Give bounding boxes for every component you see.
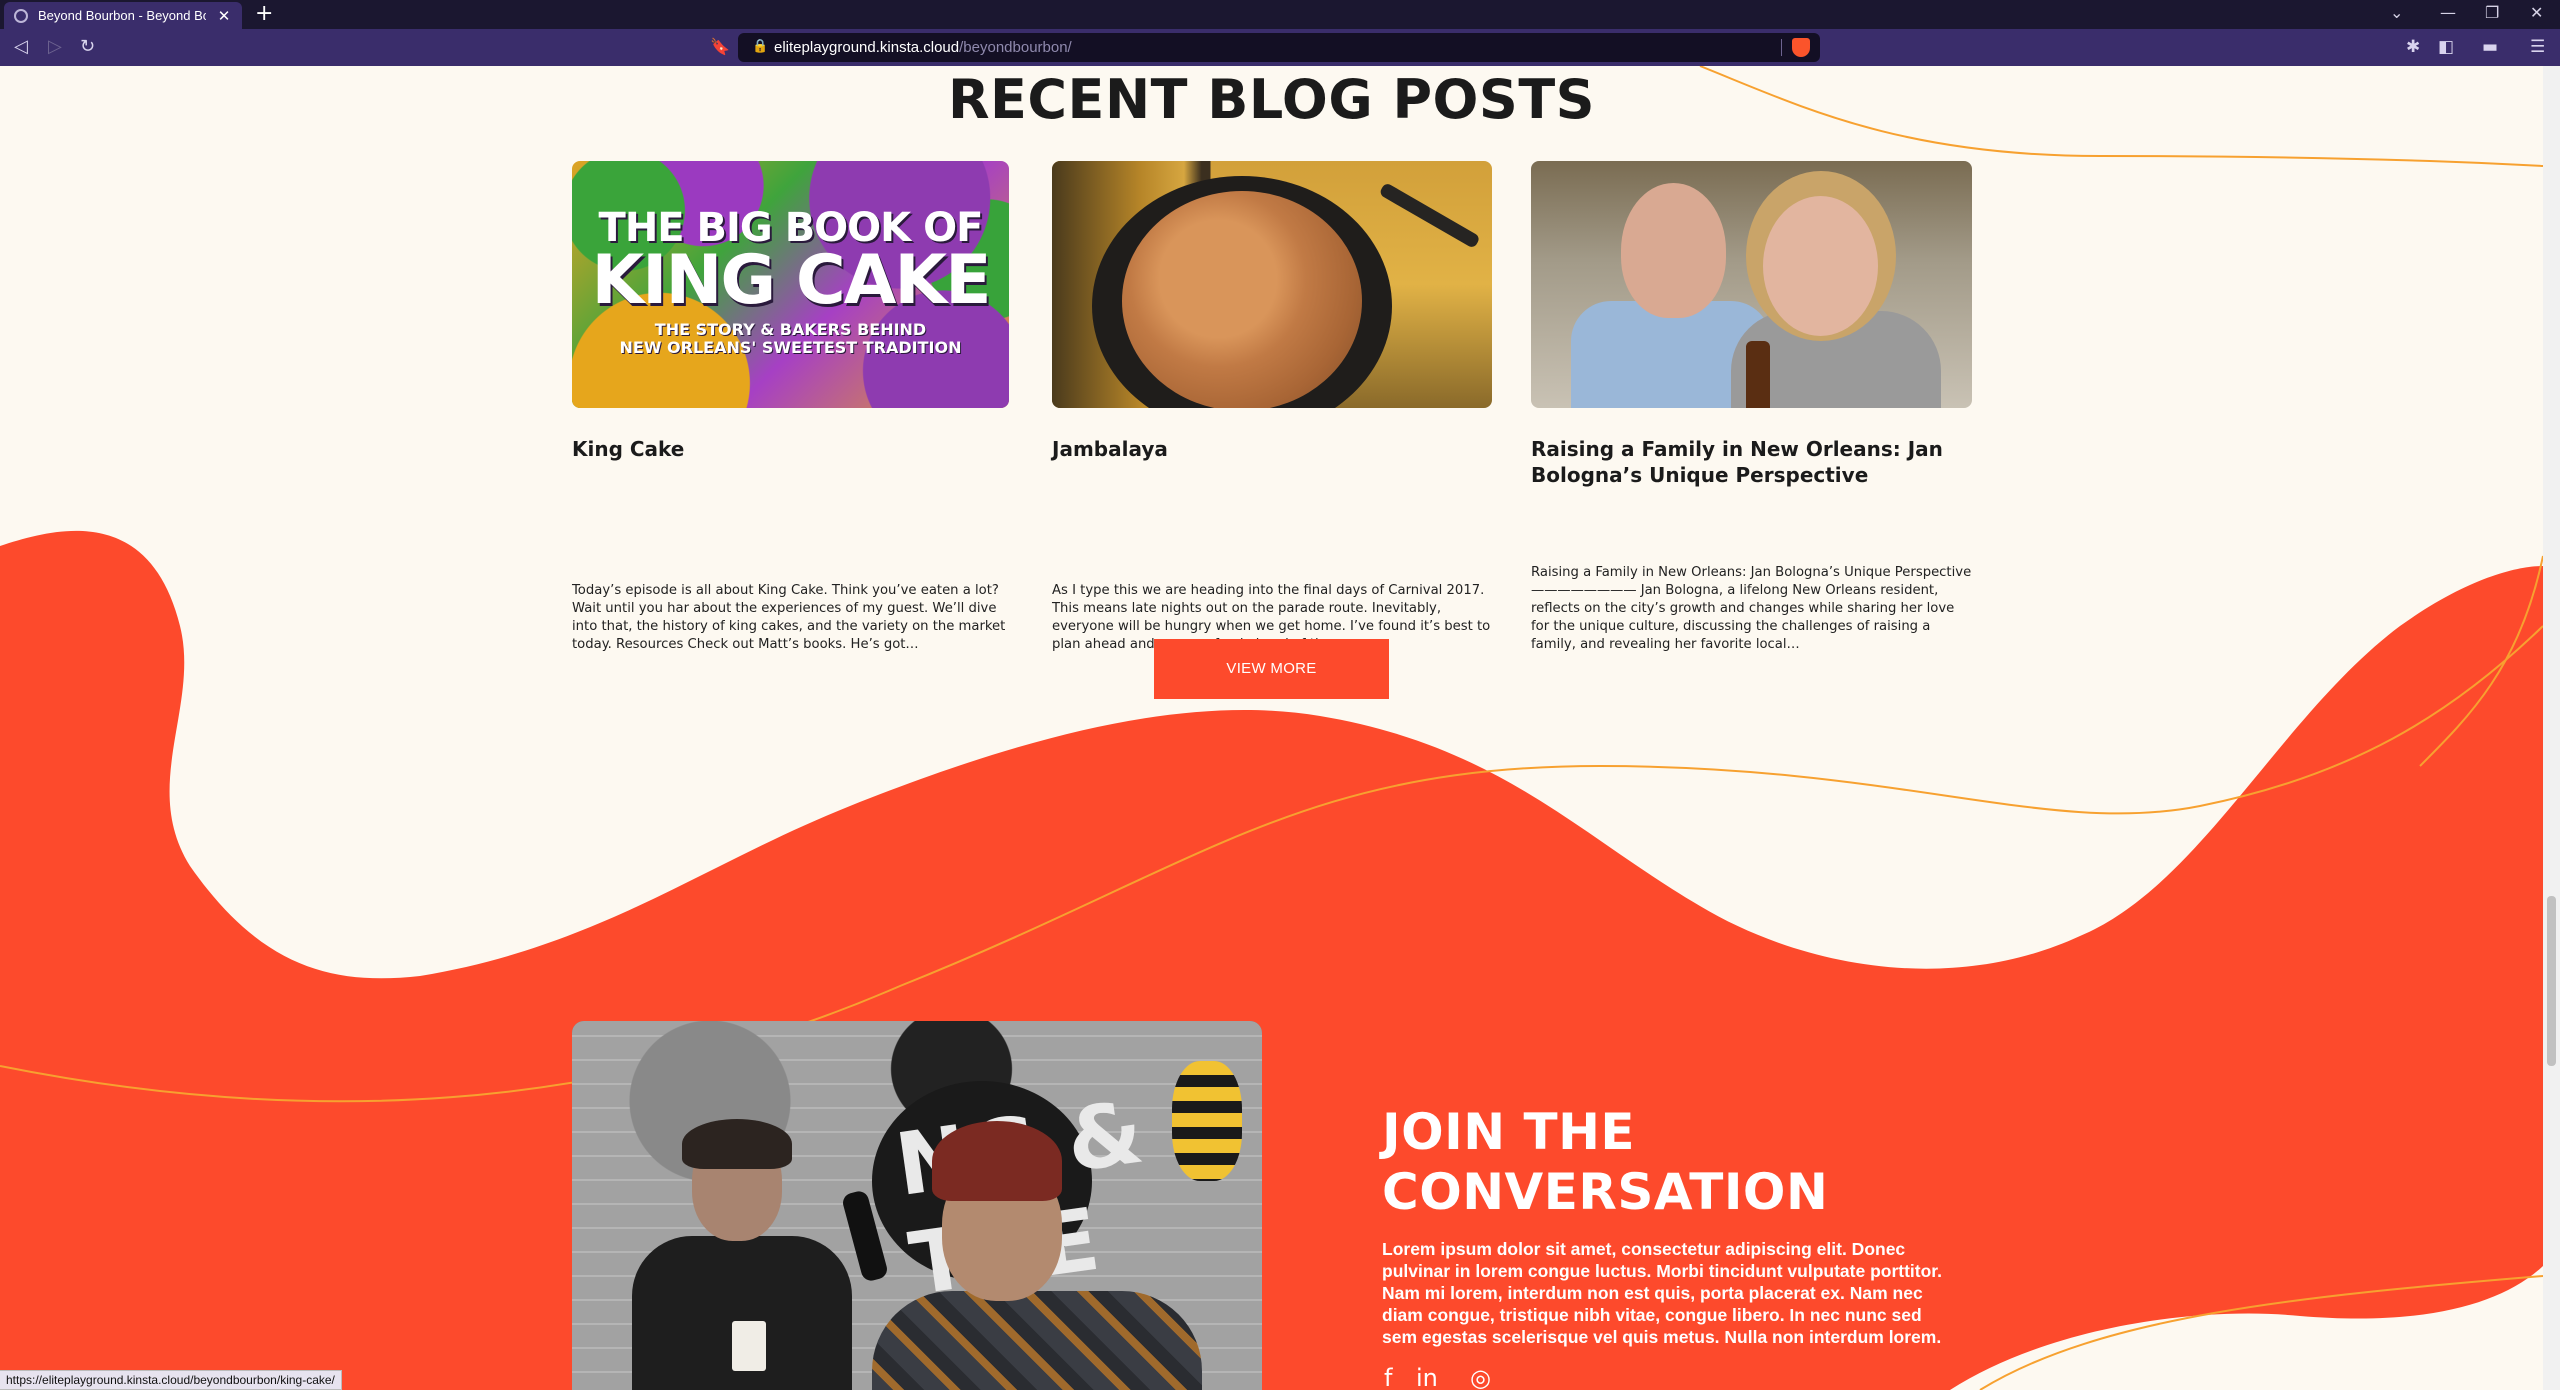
coffee-cup: [732, 1321, 766, 1371]
address-bar[interactable]: 🔒 eliteplayground.kinsta.cloud/beyondbou…: [738, 33, 1820, 62]
post-excerpt: Raising a Family in New Orleans: Jan Bol…: [1531, 565, 1972, 652]
minimize-button[interactable]: —: [2440, 3, 2456, 22]
lock-icon[interactable]: 🔒: [752, 39, 768, 54]
jambalaya-rice: [1122, 191, 1362, 408]
cover-subtitle-line1: THE STORY & BAKERS BEHIND: [654, 320, 927, 339]
reload-button[interactable]: ↻: [80, 37, 95, 57]
join-heading-line1: JOIN THE: [1382, 1103, 1636, 1161]
blog-post-card[interactable]: THE BIG BOOK OF KING CAKE THE STORY & BA…: [572, 161, 1009, 652]
browser-tab[interactable]: Beyond Bourbon - Beyond Bourb ✕: [4, 2, 242, 29]
post-title[interactable]: Jambalaya: [1052, 436, 1492, 462]
cover-subtitle: THE STORY & BAKERS BEHIND NEW ORLEANS' S…: [572, 321, 1009, 357]
restore-button[interactable]: ❐: [2485, 3, 2499, 22]
forward-button[interactable]: ▷: [48, 37, 62, 57]
back-button[interactable]: ◁: [14, 37, 28, 57]
url-text: eliteplayground.kinsta.cloud/beyondbourb…: [774, 39, 1072, 56]
host-right-beanie: [932, 1121, 1062, 1201]
linkedin-icon[interactable]: in: [1416, 1364, 1438, 1390]
sidebar-icon[interactable]: ◧: [2438, 37, 2454, 57]
view-more-button[interactable]: VIEW MORE: [1154, 639, 1389, 699]
post-title[interactable]: Raising a Family in New Orleans: Jan Bol…: [1531, 436, 1972, 488]
site-favicon-icon: [14, 8, 28, 23]
url-host: eliteplayground.kinsta.cloud: [774, 39, 960, 56]
tab-search-icon[interactable]: ⌄: [2390, 3, 2403, 22]
post-excerpt: Today’s episode is all about King Cake. …: [572, 583, 1006, 652]
post-title[interactable]: King Cake: [572, 436, 1009, 462]
host-right-body: [872, 1291, 1202, 1390]
close-tab-icon[interactable]: ✕: [216, 7, 232, 25]
blog-post-card[interactable]: Jambalaya As I type this we are heading …: [1052, 161, 1492, 652]
facebook-icon[interactable]: f: [1384, 1364, 1392, 1390]
url-path: /beyondbourbon/: [959, 39, 1072, 56]
tab-title: Beyond Bourbon - Beyond Bourb: [38, 8, 206, 23]
tab-strip: Beyond Bourbon - Beyond Bourb ✕ + ⌄ — ❐ …: [0, 0, 2560, 29]
bee-graffiti: [1172, 1061, 1242, 1181]
blog-post-card[interactable]: Raising a Family in New Orleans: Jan Bol…: [1531, 161, 1972, 652]
menu-icon[interactable]: ☰: [2530, 37, 2545, 57]
join-body-text: Lorem ipsum dolor sit amet, consectetur …: [1382, 1239, 1943, 1347]
join-heading: JOIN THE CONVERSATION: [1382, 1102, 1828, 1222]
instagram-icon[interactable]: ◎: [1470, 1364, 1491, 1390]
web-page: RECENT BLOG POSTS THE BIG BOOK OF KING C…: [0, 66, 2543, 1390]
beer-bottle: [1746, 341, 1770, 408]
new-tab-button[interactable]: +: [255, 3, 273, 25]
man-face: [1621, 183, 1726, 318]
close-window-button[interactable]: ✕: [2530, 3, 2543, 22]
page-scrollbar[interactable]: [2543, 66, 2560, 1390]
woman-face: [1763, 196, 1878, 336]
cover-text-line2: KING CAKE: [591, 241, 991, 320]
bookmark-icon[interactable]: 🔖: [710, 37, 730, 56]
link-status-bar: https://eliteplayground.kinsta.cloud/bey…: [0, 1370, 342, 1390]
brave-shields-icon[interactable]: [1792, 38, 1810, 57]
host-left-hair: [682, 1119, 792, 1169]
post-thumbnail[interactable]: THE BIG BOOK OF KING CAKE THE STORY & BA…: [572, 161, 1009, 408]
navigation-bar: ◁ ▷ ↻ 🔖 🔒 eliteplayground.kinsta.cloud/b…: [0, 29, 2560, 66]
join-heading-line2: CONVERSATION: [1382, 1163, 1829, 1221]
scrollbar-thumb[interactable]: [2547, 896, 2556, 1066]
podcast-photo: NG & THE: [572, 1021, 1262, 1390]
extensions-icon[interactable]: ✱: [2406, 37, 2420, 57]
cover-subtitle-line2: NEW ORLEANS' SWEETEST TRADITION: [619, 338, 962, 357]
post-thumbnail[interactable]: [1052, 161, 1492, 408]
section-heading: RECENT BLOG POSTS: [947, 68, 1596, 131]
post-thumbnail[interactable]: [1531, 161, 1972, 408]
wallet-icon[interactable]: ▬: [2482, 37, 2498, 57]
url-separator: [1781, 39, 1782, 56]
